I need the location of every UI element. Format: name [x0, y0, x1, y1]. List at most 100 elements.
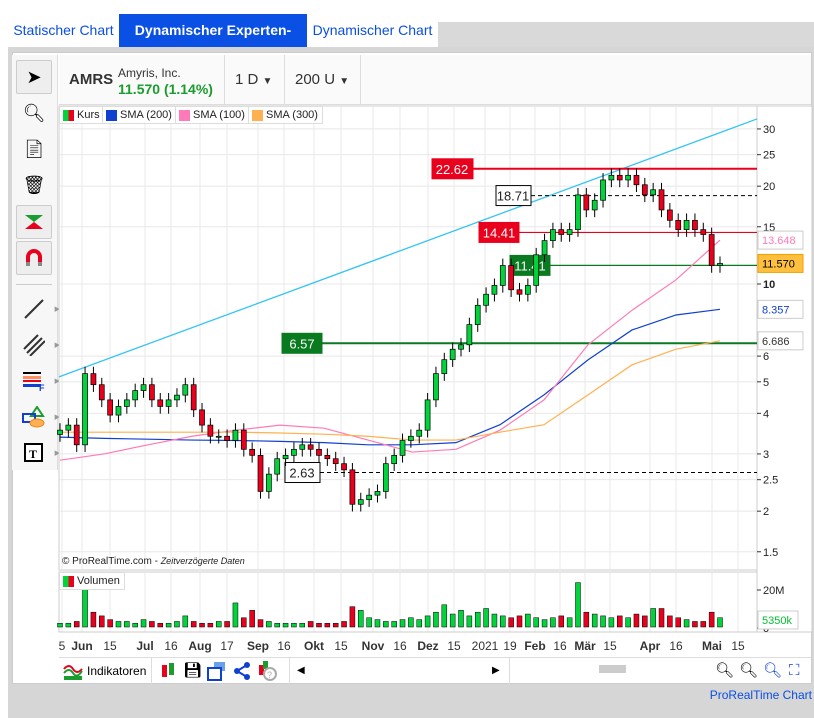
templates-icon[interactable]	[207, 661, 227, 681]
fullscreen-icon[interactable]: ⛶	[789, 661, 800, 681]
prorealtime-link[interactable]: ProRealTime Chart	[710, 688, 812, 702]
volume-bar	[73, 621, 80, 628]
candle	[90, 373, 97, 386]
volume-bar	[182, 615, 189, 628]
x-tick-label: 15	[731, 639, 745, 653]
candle	[332, 458, 339, 465]
candle	[107, 399, 113, 416]
x-tick-label: Mai	[702, 639, 722, 653]
volume-bar	[274, 623, 280, 628]
volume-bar	[449, 613, 456, 628]
candle	[658, 189, 665, 211]
x-tick-label: 16	[553, 639, 567, 653]
volume-bar	[408, 617, 414, 628]
candle	[349, 469, 356, 505]
volume-bar	[700, 621, 707, 628]
candle	[190, 384, 197, 411]
credit: © ProRealTime.com - Zeitverzögerte Daten	[62, 556, 245, 567]
volume-bar	[424, 615, 431, 628]
candle	[266, 473, 272, 492]
candle	[667, 209, 673, 221]
x-tick-label: Aug	[188, 639, 211, 653]
autoscale-icon[interactable]: 🔍︎	[715, 661, 734, 681]
volume-bar	[525, 613, 531, 628]
volume-bar	[299, 623, 306, 628]
candle	[174, 394, 180, 401]
volume-bar	[575, 582, 581, 628]
candle-swatch	[63, 109, 74, 121]
candle	[82, 373, 88, 446]
volume-bar	[241, 617, 247, 628]
volume-bar	[600, 615, 606, 628]
volume-swatch	[63, 575, 74, 587]
legend-sma200[interactable]: SMA (200)	[102, 106, 177, 124]
indicators-button[interactable]: Indikatoren	[63, 661, 146, 681]
volume-bar	[508, 617, 514, 628]
x-tick-label: Dez	[417, 639, 438, 653]
volume-bar	[433, 611, 439, 628]
volume-bar	[658, 608, 665, 628]
zoom-out-icon[interactable]: 🔍︎	[739, 661, 758, 681]
volume-bar	[165, 623, 172, 628]
legend-kurs[interactable]: Kurs	[59, 106, 105, 124]
legend-volume[interactable]: Volumen	[59, 572, 125, 590]
swatch	[106, 109, 117, 121]
legend-sma100[interactable]: SMA (100)	[175, 106, 250, 124]
y-tick-label: 3	[763, 449, 769, 461]
candle	[600, 179, 606, 201]
scrollbar-thumb[interactable]	[599, 665, 626, 673]
candle	[157, 399, 164, 407]
x-tick-label: 15	[603, 639, 617, 653]
y-tick-label: 4	[763, 408, 769, 420]
candle	[641, 184, 648, 196]
scroll-left-button[interactable]: ◀	[297, 661, 305, 681]
volume-bar	[391, 621, 397, 628]
y-tick-label: 25	[763, 150, 775, 162]
candle	[558, 229, 565, 235]
y-tick-label: 10	[763, 279, 775, 291]
credit-note: Zeitverzögerte Daten	[160, 556, 245, 566]
volume-bar	[307, 621, 314, 628]
candle	[73, 424, 80, 446]
candle	[616, 174, 623, 181]
price-value: 11.570	[762, 258, 795, 270]
candle	[65, 424, 72, 431]
level-label: 2.63	[289, 466, 314, 481]
volume-bar	[558, 615, 565, 628]
volume-bar	[633, 613, 640, 628]
swatch	[179, 109, 190, 121]
x-tick-label: 17	[220, 639, 234, 653]
volume-bar	[374, 619, 381, 628]
x-tick-label: 16	[164, 639, 178, 653]
candle	[508, 265, 514, 291]
level-label: 11.41	[514, 258, 546, 273]
volume-bar	[149, 621, 155, 628]
volume-bar	[232, 602, 239, 628]
volume-bar	[642, 615, 648, 628]
sma300-value: 6.686	[762, 336, 790, 348]
candle	[408, 435, 414, 441]
legend-sma300[interactable]: SMA (300)	[248, 106, 323, 124]
scroll-right-button[interactable]: ▶	[492, 661, 500, 681]
volume-bar	[207, 623, 214, 628]
svg-text:?: ?	[267, 670, 272, 680]
chart-type-icon[interactable]	[159, 661, 177, 681]
share-icon[interactable]	[233, 661, 251, 681]
candle	[700, 229, 707, 235]
candle	[441, 359, 448, 374]
zoom-in-icon[interactable]: 🔍︎	[763, 661, 782, 681]
candle	[115, 406, 122, 416]
save-icon[interactable]: 💾︎	[183, 661, 202, 681]
sma100-value: 13.648	[762, 235, 796, 247]
volume-bar	[541, 619, 548, 628]
candle	[541, 240, 548, 256]
volume-bar	[291, 623, 297, 628]
candle	[199, 409, 205, 426]
x-tick-label: Mär	[574, 639, 596, 653]
volume-bar	[466, 615, 473, 628]
volume-bar	[316, 623, 322, 628]
candle	[449, 348, 456, 361]
volume-bar	[224, 621, 230, 628]
help-icon[interactable]: ?	[257, 661, 277, 681]
volume-bar	[625, 617, 631, 628]
